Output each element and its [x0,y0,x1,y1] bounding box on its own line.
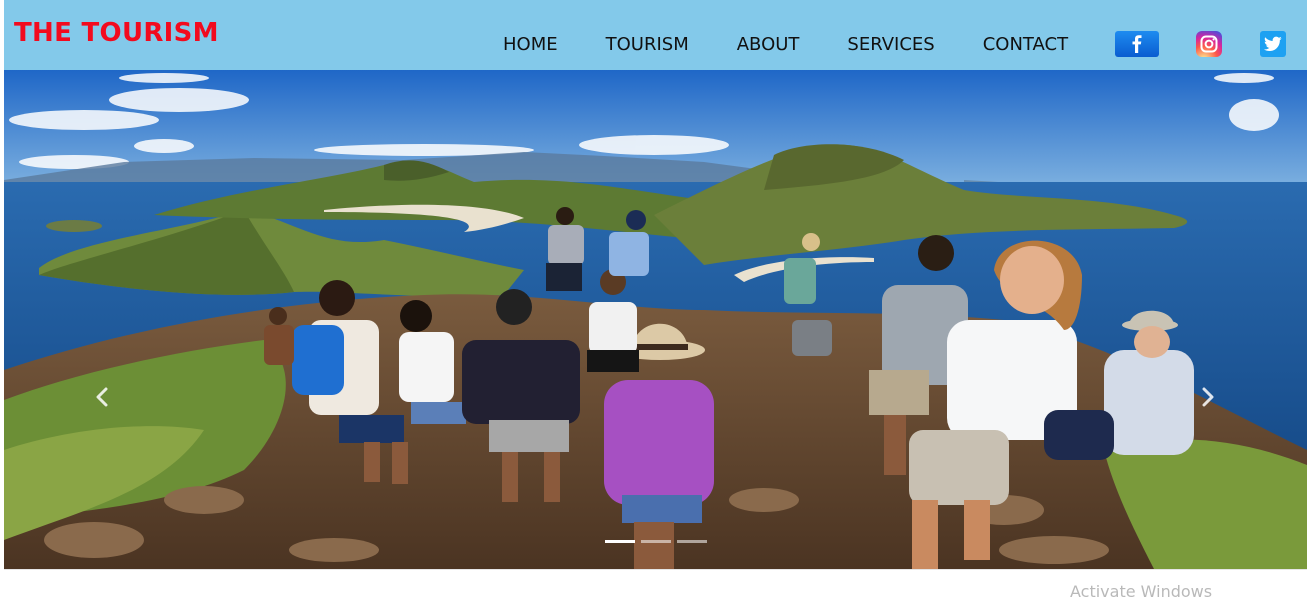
hero-image [4,70,1307,569]
carousel-indicators [605,540,707,543]
nav-item-contact[interactable]: CONTACT [983,34,1068,56]
facebook-icon[interactable] [1115,31,1159,57]
nav-item-tourism[interactable]: TOURISM [606,34,689,56]
nav-item-home[interactable]: HOME [503,34,558,56]
brand-logo[interactable]: THE TOURISM [14,20,219,46]
nav-item-services[interactable]: SERVICES [847,34,934,56]
chevron-right-icon [1202,387,1214,407]
carousel-prev-button[interactable] [87,375,117,419]
chevron-left-icon [96,387,108,407]
carousel-indicator-3[interactable] [677,540,707,543]
nav-item-about[interactable]: ABOUT [737,34,800,56]
carousel-indicator-2[interactable] [641,540,671,543]
hero-carousel [4,70,1307,569]
navbar: THE TOURISM HOME TOURISM ABOUT SERVICES … [4,0,1307,70]
nav-menu: HOME TOURISM ABOUT SERVICES CONTACT [503,34,1068,56]
windows-activation-watermark: Activate Windows [1070,582,1213,601]
carousel-indicator-1[interactable] [605,540,635,543]
twitter-icon[interactable] [1260,31,1286,57]
instagram-icon[interactable] [1196,31,1222,57]
page: THE TOURISM HOME TOURISM ABOUT SERVICES … [4,0,1307,592]
carousel-next-button[interactable] [1193,375,1223,419]
